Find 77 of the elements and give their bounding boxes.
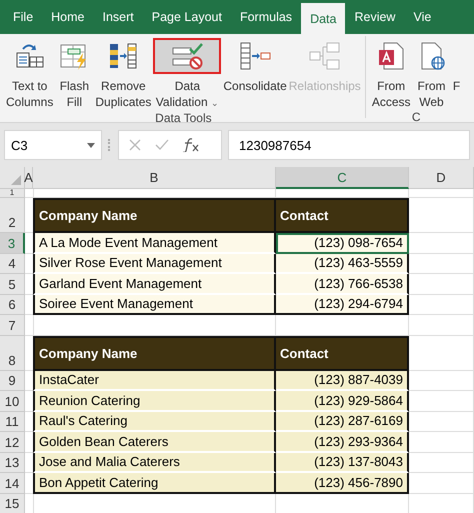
- table-cell: (123) 456-7890: [276, 473, 409, 494]
- table-cell: (123) 137-8043: [276, 452, 409, 473]
- table-cell: InstaCater: [33, 370, 276, 391]
- active-cell[interactable]: (123) 098-7654: [276, 233, 409, 254]
- row-header[interactable]: 8: [0, 336, 25, 370]
- row-header[interactable]: 12: [0, 432, 25, 452]
- ribbon-tab[interactable]: Vie: [404, 0, 440, 34]
- from-access-button[interactable]: From Access: [372, 38, 410, 110]
- table-cell: Silver Rose Event Management: [33, 254, 276, 274]
- column-heading: Company Name: [33, 336, 276, 370]
- empty-cell: [25, 315, 34, 336]
- row-header[interactable]: 5: [0, 274, 25, 294]
- table-cell: (123) 294-6794: [276, 294, 409, 315]
- cancel-button[interactable]: [129, 139, 141, 151]
- column-heading: Contact: [276, 198, 409, 233]
- column-header[interactable]: D: [409, 167, 474, 189]
- ribbon-tab[interactable]: Home: [42, 0, 94, 34]
- partial-button[interactable]: F: [452, 38, 460, 110]
- data-validation-icon: [170, 41, 204, 71]
- confirm-button[interactable]: [155, 139, 169, 151]
- row-header[interactable]: 15: [0, 494, 25, 513]
- row-header[interactable]: 6: [0, 294, 25, 315]
- table-cell: (123) 766-6538: [276, 274, 409, 294]
- ribbon-tab[interactable]: Data: [301, 3, 346, 34]
- row-header[interactable]: 3: [0, 233, 25, 254]
- empty-cell: [409, 315, 474, 336]
- from-web-button[interactable]: From Web: [412, 38, 450, 110]
- ribbon-tab[interactable]: File: [4, 0, 42, 34]
- flash-fill-button[interactable]: Flash Fill: [55, 38, 94, 111]
- group-label: Data Tools: [155, 111, 212, 125]
- consolidate-button[interactable]: Consolidate: [223, 38, 287, 111]
- table-cell: A La Mode Event Management: [33, 233, 276, 254]
- ribbon-tab[interactable]: Review: [345, 0, 404, 34]
- empty-cell: [409, 189, 474, 198]
- ribbon-tab[interactable]: Page Layout: [142, 0, 231, 34]
- dropdown-arrow-icon: [87, 142, 95, 148]
- table-cell: Bon Appetit Catering: [33, 473, 276, 494]
- remove-duplicates-icon: [108, 41, 138, 71]
- column-heading: Company Name: [33, 198, 276, 233]
- row-header[interactable]: 11: [0, 412, 25, 432]
- data-validation-button[interactable]: Data Validation ⌄: [153, 38, 222, 111]
- column-header[interactable]: B: [33, 167, 276, 189]
- table-cell: Garland Event Management: [33, 274, 276, 294]
- group-label: C: [412, 110, 420, 124]
- name-box[interactable]: C3: [4, 130, 102, 160]
- table-cell: Reunion Catering: [33, 391, 276, 412]
- row-header[interactable]: 14: [0, 473, 25, 494]
- table-cell: Raul's Catering: [33, 412, 276, 432]
- relationships-icon: [308, 41, 342, 71]
- row-header[interactable]: 1: [0, 189, 25, 198]
- dropdown-caret-icon: ⌄: [210, 98, 219, 108]
- remove-duplicates-button[interactable]: Remove Duplicates: [95, 38, 152, 111]
- ribbon-tab[interactable]: Insert: [94, 0, 143, 34]
- table-cell: Golden Bean Caterers: [33, 432, 276, 452]
- formula-input[interactable]: 1230987654: [228, 130, 470, 160]
- row-header[interactable]: 4: [0, 254, 25, 274]
- column-header[interactable]: C: [276, 167, 409, 189]
- function-icon[interactable]: [183, 138, 199, 152]
- column-heading: Contact: [276, 336, 409, 370]
- row-header[interactable]: 2: [0, 198, 25, 233]
- table-cell: (123) 293-9364: [276, 432, 409, 452]
- table-cell: (123) 929-5864: [276, 391, 409, 412]
- row-header[interactable]: 10: [0, 391, 25, 412]
- row-header[interactable]: 9: [0, 370, 25, 391]
- text-to-columns-button[interactable]: Text to Columns: [6, 38, 54, 111]
- consolidate-icon: [238, 41, 272, 71]
- ribbon-tab[interactable]: Formulas: [230, 0, 302, 34]
- access-file-icon: [376, 41, 406, 71]
- select-all-icon[interactable]: [11, 175, 21, 185]
- column-header[interactable]: A: [25, 167, 33, 189]
- table-cell: (123) 463-5559: [276, 254, 409, 274]
- row-header[interactable]: 13: [0, 452, 25, 473]
- table-cell: (123) 887-4039: [276, 370, 409, 391]
- table-cell: Jose and Malia Caterers: [33, 452, 276, 473]
- table-cell: Soiree Event Management: [33, 294, 276, 315]
- table-cell: (123) 287-6169: [276, 412, 409, 432]
- row-header[interactable]: 7: [0, 315, 25, 336]
